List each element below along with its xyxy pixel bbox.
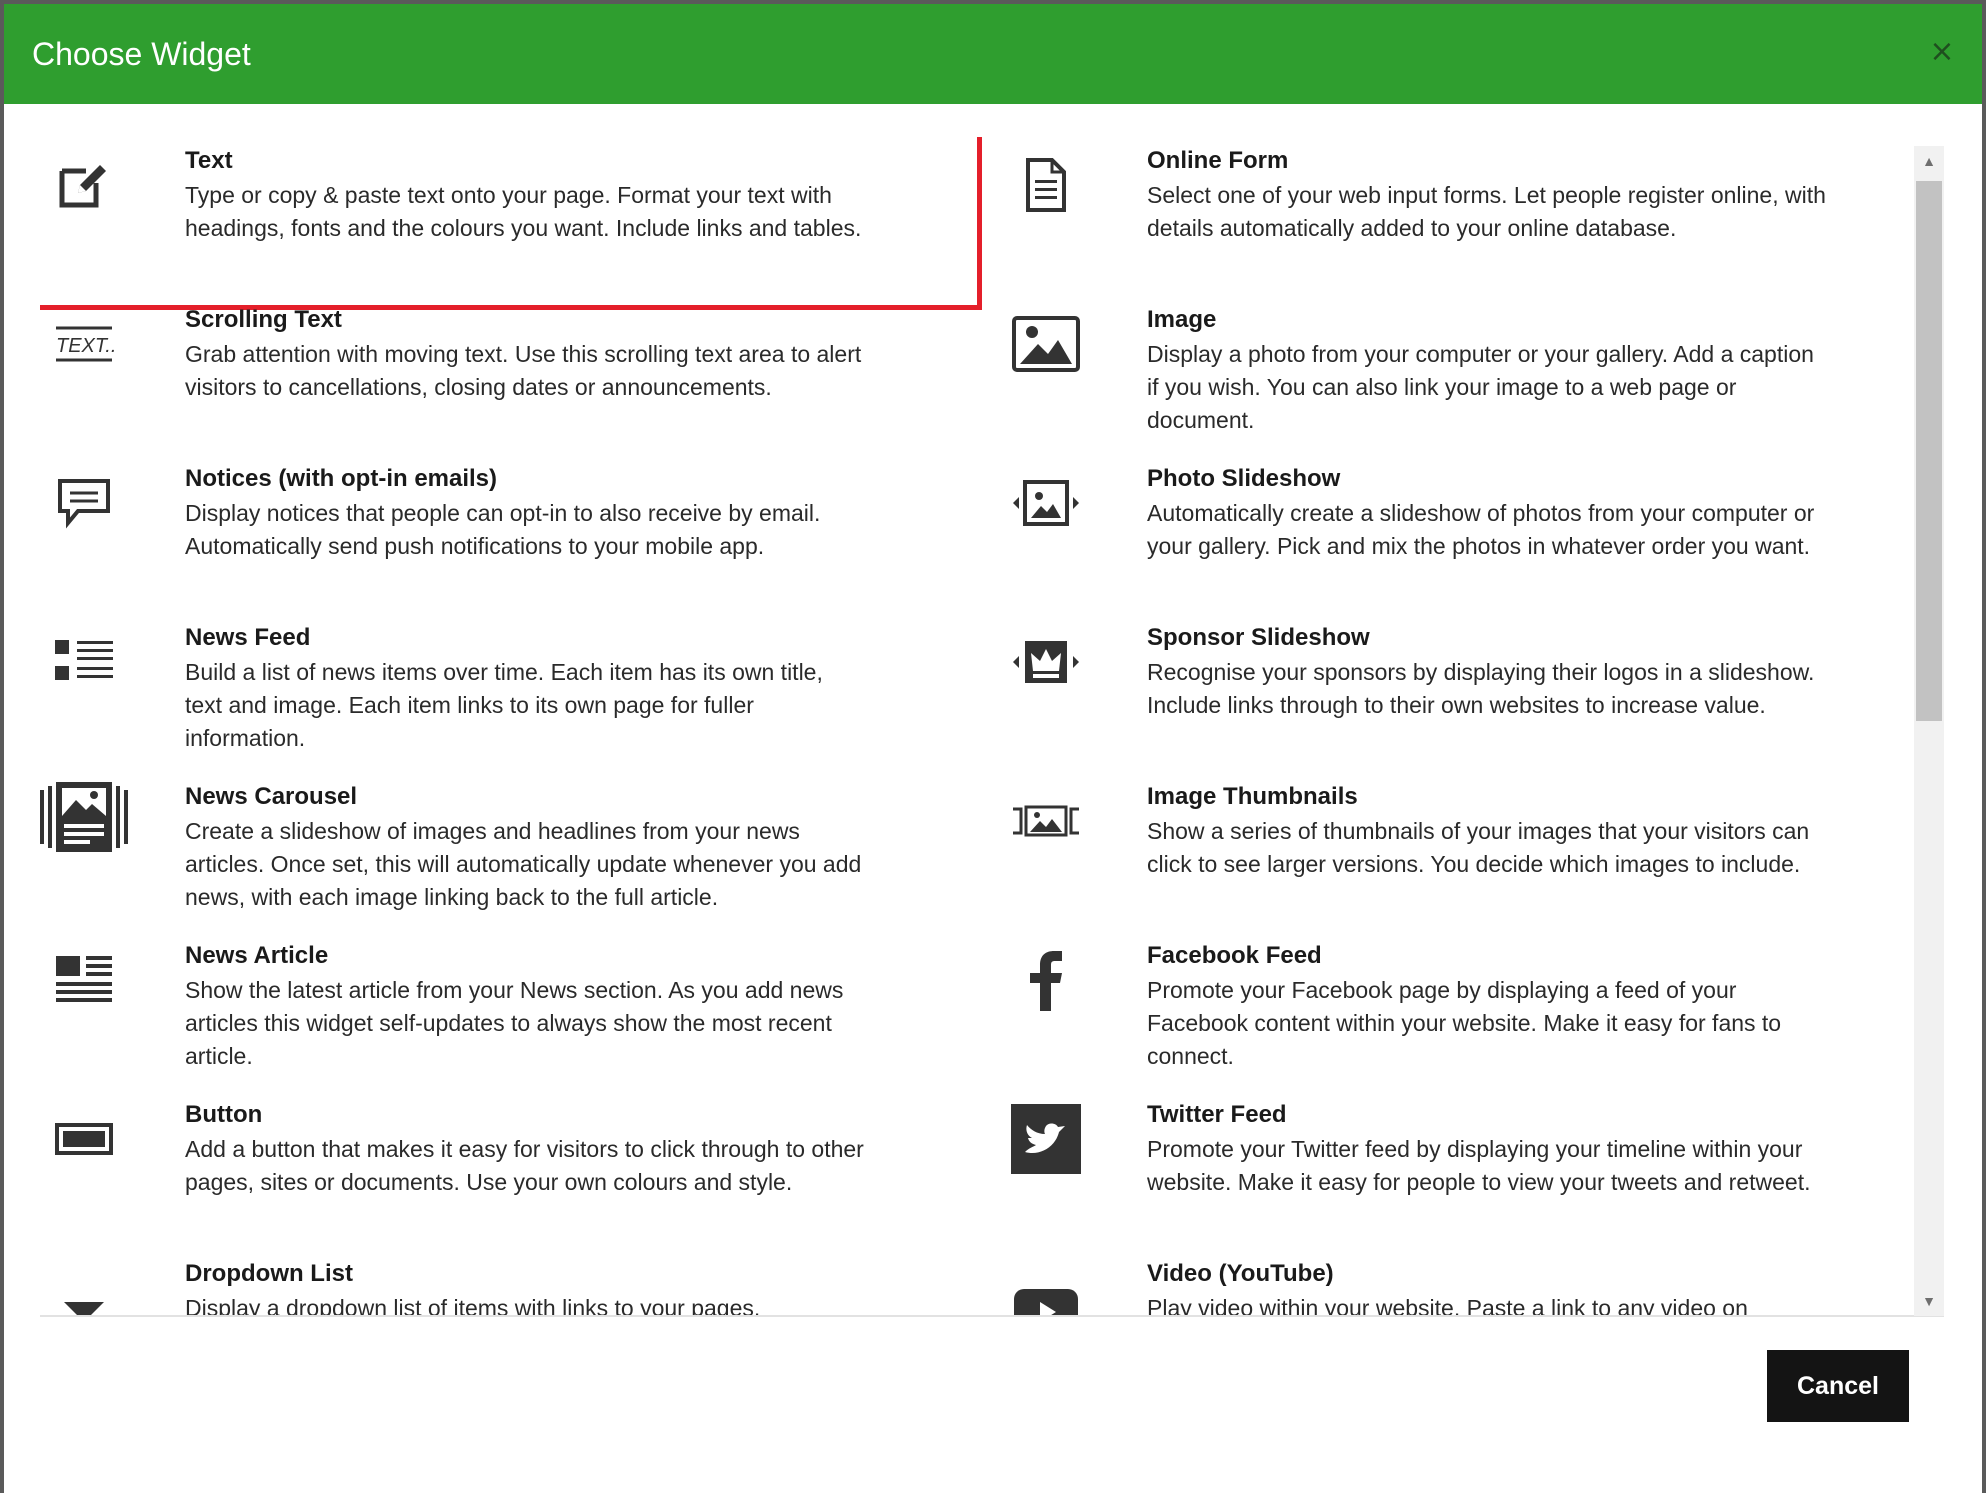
widget-title: Text [185, 147, 233, 174]
scroll-thumb[interactable] [1916, 181, 1942, 721]
thumbnails-icon [1008, 783, 1084, 859]
widget-description: Display notices that people can opt-in t… [185, 500, 821, 559]
widget-description: Select one of your web input forms. Let … [1147, 182, 1826, 241]
widget-description: Promote your Twitter feed by displaying … [1147, 1136, 1811, 1195]
scroll-up-arrow-icon[interactable]: ▲ [1914, 146, 1944, 176]
widget-item-facebook-feed[interactable]: Facebook Feed Promote your Facebook page… [1002, 932, 1942, 1091]
twitter-icon [1008, 1101, 1084, 1177]
widget-description: Automatically create a slideshow of phot… [1147, 500, 1815, 559]
widget-title: News Feed [185, 624, 311, 651]
widget-item-news-feed[interactable]: News Feed Build a list of news items ove… [40, 614, 980, 773]
widget-title: Video (YouTube) [1147, 1260, 1334, 1287]
widget-title: Image [1147, 306, 1217, 333]
widget-title: Dropdown List [185, 1260, 353, 1287]
comment-icon [46, 465, 122, 541]
widget-description: Type or copy & paste text onto your page… [185, 182, 862, 241]
widget-title: Button [185, 1101, 263, 1128]
widget-item-twitter-feed[interactable]: Twitter Feed Promote your Twitter feed b… [1002, 1091, 1942, 1250]
widget-title: Sponsor Slideshow [1147, 624, 1370, 651]
dialog-title: Choose Widget [32, 36, 251, 72]
widget-description: Create a slideshow of images and headlin… [185, 818, 862, 910]
widget-item-button[interactable]: Button Add a button that makes it easy f… [40, 1091, 980, 1250]
widget-title: News Carousel [185, 783, 358, 810]
widget-description: Display a photo from your computer or yo… [1147, 341, 1814, 433]
widget-description: Grab attention with moving text. Use thi… [185, 341, 862, 400]
dialog-header: Choose Widget × [4, 4, 1982, 104]
widget-item-dropdown-list[interactable]: Dropdown List Display a dropdown list of… [40, 1250, 980, 1317]
widget-title: Photo Slideshow [1147, 465, 1341, 492]
widget-title: Notices (with opt-in emails) [185, 465, 498, 492]
widget-title: Scrolling Text [185, 306, 342, 333]
youtube-icon [1008, 1274, 1084, 1315]
dropdown-arrow-icon [46, 1272, 122, 1315]
widget-description: Promote your Facebook page by displaying… [1147, 977, 1782, 1069]
scrolling-text-icon-label: TEXT... [56, 335, 116, 357]
widget-title: News Article [185, 942, 329, 969]
widget-item-news-article[interactable]: News Article Show the latest article fro… [40, 932, 980, 1091]
widget-item-sponsor-slideshow[interactable]: Sponsor Slideshow Recognise your sponsor… [1002, 614, 1942, 773]
vertical-scrollbar[interactable]: ▲ ▼ [1914, 146, 1944, 1316]
edit-icon [46, 147, 122, 223]
widget-description: Show a series of thumbnails of your imag… [1147, 818, 1810, 877]
list-icon [46, 624, 122, 700]
facebook-icon [1008, 942, 1084, 1018]
widget-description: Play video within your website. Paste a … [1147, 1295, 1748, 1317]
widget-description: Display a dropdown list of items with li… [185, 1295, 761, 1317]
crown-slideshow-icon [1008, 624, 1084, 700]
widget-title: Twitter Feed [1147, 1101, 1287, 1128]
widget-item-news-carousel[interactable]: News Carousel Create a slideshow of imag… [40, 773, 980, 932]
widget-item-image-thumbnails[interactable]: Image Thumbnails Show a series of thumbn… [1002, 773, 1942, 932]
choose-widget-dialog: Choose Widget × Text Type or copy & past… [4, 4, 1982, 1493]
widget-list[interactable]: Text Type or copy & paste text onto your… [40, 137, 1944, 1317]
widget-item-photo-slideshow[interactable]: Photo Slideshow Automatically create a s… [1002, 455, 1942, 614]
widget-item-scrolling-text[interactable]: TEXT... Scrolling Text Grab attention wi… [40, 296, 980, 455]
widget-description: Show the latest article from your News s… [185, 977, 844, 1069]
widget-title: Image Thumbnails [1147, 783, 1358, 810]
button-icon [46, 1101, 122, 1177]
widget-title: Online Form [1147, 147, 1289, 174]
scrolling-text-icon: TEXT... [46, 306, 122, 382]
document-icon [1008, 147, 1084, 223]
widget-item-notices[interactable]: Notices (with opt-in emails) Display not… [40, 455, 980, 614]
widget-description: Recognise your sponsors by displaying th… [1147, 659, 1815, 718]
cancel-button[interactable]: Cancel [1767, 1350, 1909, 1422]
scroll-down-arrow-icon[interactable]: ▼ [1914, 1286, 1944, 1316]
image-icon [1008, 306, 1084, 382]
widget-item-text[interactable]: Text Type or copy & paste text onto your… [40, 137, 982, 310]
widget-title: Facebook Feed [1147, 942, 1322, 969]
widget-item-image[interactable]: Image Display a photo from your computer… [1002, 296, 1942, 455]
widget-description: Build a list of news items over time. Ea… [185, 659, 823, 751]
widget-description: Add a button that makes it easy for visi… [185, 1136, 864, 1195]
widget-item-online-form[interactable]: Online Form Select one of your web input… [1002, 137, 1942, 296]
article-icon [46, 942, 122, 1018]
carousel-icon [40, 773, 128, 861]
widget-item-video-youtube[interactable]: Video (YouTube) Play video within your w… [1002, 1250, 1942, 1317]
close-icon[interactable]: × [1924, 34, 1960, 70]
photo-slideshow-icon [1008, 465, 1084, 541]
